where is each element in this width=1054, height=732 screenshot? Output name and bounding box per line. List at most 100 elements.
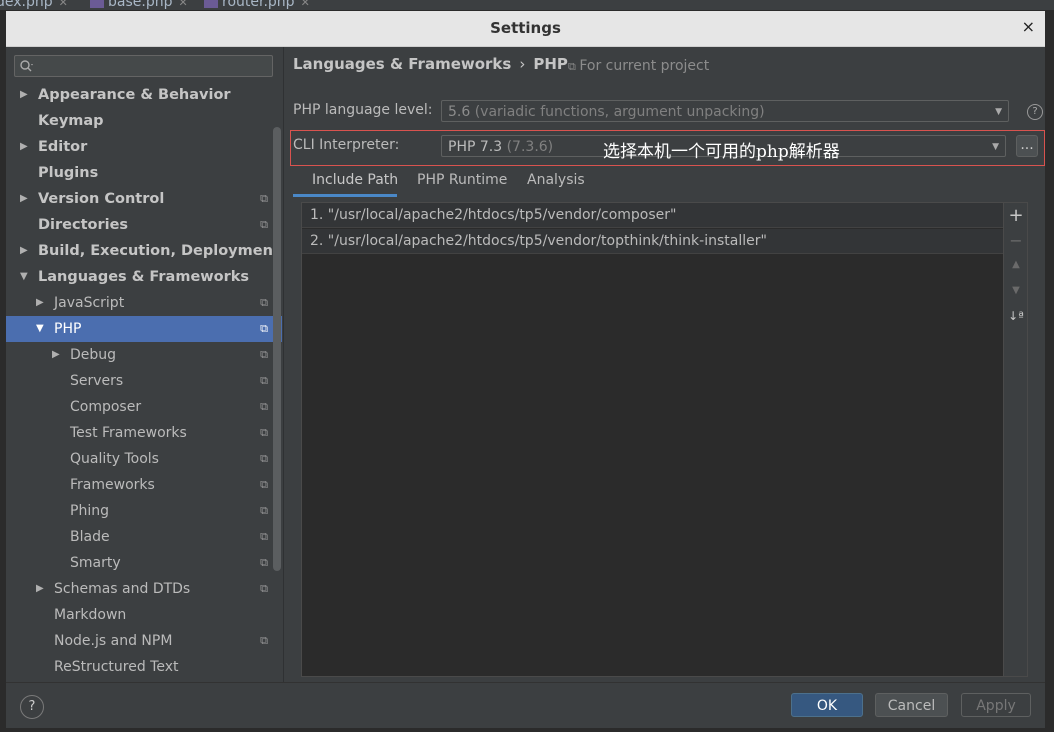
editor-tab[interactable]: router.php ✕: [204, 0, 310, 10]
chevron-down-icon[interactable]: ▼: [36, 316, 44, 342]
dialog-titlebar[interactable]: Settings ×: [6, 11, 1045, 47]
sidebar-item-nodejs-npm[interactable]: Node.js and NPM ⧉: [6, 628, 282, 654]
project-scope-icon: ⧉: [260, 400, 268, 413]
sidebar-item-composer[interactable]: Composer ⧉: [6, 394, 282, 420]
project-scope-icon: ⧉: [260, 296, 268, 309]
chevron-right-icon[interactable]: ▶: [20, 186, 28, 212]
project-scope-icon: ⧉: [260, 374, 268, 387]
browse-interpreters-button[interactable]: ...: [1016, 135, 1038, 157]
sidebar-item-restructured-text[interactable]: ReStructured Text: [6, 654, 282, 680]
sidebar-item-test-frameworks[interactable]: Test Frameworks ⧉: [6, 420, 282, 446]
editor-tab[interactable]: base.php ✕: [90, 0, 188, 10]
help-icon[interactable]: ?: [1027, 104, 1043, 120]
chevron-right-icon[interactable]: ▶: [20, 82, 28, 108]
include-path-list[interactable]: 1. "/usr/local/apache2/htdocs/tp5/vendor…: [301, 202, 1004, 677]
chevron-down-icon[interactable]: ▼: [20, 264, 28, 290]
project-scope-icon: ⧉: [260, 582, 268, 595]
scope-hint: ⧉ For current project: [568, 58, 709, 74]
sidebar-item-smarty[interactable]: Smarty ⧉: [6, 550, 282, 576]
project-scope-icon: ⧉: [260, 192, 268, 205]
close-icon[interactable]: ✕: [178, 0, 187, 9]
chevron-down-icon: ▼: [992, 142, 999, 152]
sort-icon[interactable]: ↓ª: [1004, 309, 1028, 323]
sidebar-item-php[interactable]: ▼ PHP ⧉: [6, 316, 282, 342]
sidebar-item-label: Keymap: [38, 113, 104, 129]
chevron-down-icon: ▼: [995, 107, 1002, 117]
list-toolbar: + − ▲ ▼ ↓ª: [1004, 202, 1028, 677]
sidebar-item-label: ReStructured Text: [54, 659, 179, 675]
sidebar-item-languages-frameworks[interactable]: ▼ Languages & Frameworks: [6, 264, 282, 290]
ok-button[interactable]: OK: [791, 693, 863, 717]
php-level-select[interactable]: 5.6 (variadic functions, argument unpack…: [441, 100, 1009, 122]
dialog-title: Settings: [490, 19, 561, 37]
sidebar-item-label: Test Frameworks: [70, 425, 187, 441]
breadcrumb: Languages & Frameworks › PHP: [293, 55, 568, 73]
dialog-footer: ? OK Cancel Apply: [6, 682, 1045, 728]
move-down-icon[interactable]: ▼: [1004, 285, 1028, 296]
editor-tab-label: base.php: [108, 0, 173, 10]
sidebar-item-label: Schemas and DTDs: [54, 581, 191, 597]
list-item[interactable]: 2. "/usr/local/apache2/htdocs/tp5/vendor…: [302, 229, 1003, 254]
remove-icon[interactable]: −: [1004, 231, 1028, 250]
project-scope-icon: ⧉: [260, 452, 268, 465]
project-scope-icon: ⧉: [260, 504, 268, 517]
tab-php-runtime[interactable]: PHP Runtime: [417, 172, 507, 188]
sidebar-item-blade[interactable]: Blade ⧉: [6, 524, 282, 550]
sidebar-item-editor[interactable]: ▶ Editor: [6, 134, 282, 160]
close-icon[interactable]: ✕: [59, 0, 68, 9]
apply-button[interactable]: Apply: [961, 693, 1031, 717]
sidebar-item-frameworks[interactable]: Frameworks ⧉: [6, 472, 282, 498]
tab-analysis[interactable]: Analysis: [527, 172, 585, 188]
sidebar-item-debug[interactable]: ▶ Debug ⧉: [6, 342, 282, 368]
sidebar-item-label: JavaScript: [54, 295, 125, 311]
project-scope-icon: ⧉: [260, 348, 268, 361]
settings-dialog: Settings × ▶ Appearance & Behavior Keyma…: [5, 10, 1046, 728]
sidebar-item-label: Markdown: [54, 607, 127, 623]
settings-sidebar: ▶ Appearance & Behavior Keymap ▶ Editor …: [6, 47, 284, 682]
sidebar-item-quality-tools[interactable]: Quality Tools ⧉: [6, 446, 282, 472]
settings-content: Languages & Frameworks › PHP ⧉ For current…: [284, 47, 1045, 682]
sidebar-item-markdown[interactable]: Markdown: [6, 602, 282, 628]
breadcrumb-item[interactable]: Languages & Frameworks: [293, 55, 511, 73]
tab-include-path[interactable]: Include Path: [312, 172, 398, 188]
sidebar-item-label: Blade: [70, 529, 110, 545]
chevron-right-icon[interactable]: ▶: [52, 342, 60, 368]
sidebar-item-label: Frameworks: [70, 477, 155, 493]
sidebar-item-plugins[interactable]: Plugins: [6, 160, 282, 186]
chevron-right-icon[interactable]: ▶: [20, 238, 28, 264]
close-icon[interactable]: ×: [1022, 17, 1035, 36]
sidebar-item-label: Build, Execution, Deployment: [38, 243, 280, 259]
sidebar-item-directories[interactable]: Directories ⧉: [6, 212, 282, 238]
list-item[interactable]: 1. "/usr/local/apache2/htdocs/tp5/vendor…: [302, 203, 1003, 228]
php-file-icon: [204, 0, 218, 8]
sidebar-item-phing[interactable]: Phing ⧉: [6, 498, 282, 524]
cli-interpreter-label: CLI Interpreter:: [293, 137, 400, 153]
chevron-right-icon[interactable]: ▶: [36, 576, 44, 602]
sidebar-item-schemas-dtds[interactable]: ▶ Schemas and DTDs ⧉: [6, 576, 282, 602]
php-level-value: 5.6: [448, 104, 471, 120]
sidebar-item-servers[interactable]: Servers ⧉: [6, 368, 282, 394]
sidebar-item-version-control[interactable]: ▶ Version Control ⧉: [6, 186, 282, 212]
chevron-right-icon[interactable]: ▶: [36, 290, 44, 316]
search-input[interactable]: [14, 55, 273, 77]
sidebar-item-keymap[interactable]: Keymap: [6, 108, 282, 134]
chevron-right-icon[interactable]: ▶: [20, 134, 28, 160]
sidebar-item-javascript[interactable]: ▶ JavaScript ⧉: [6, 290, 282, 316]
sidebar-item-build-execution-deployment[interactable]: ▶ Build, Execution, Deployment: [6, 238, 282, 264]
close-icon[interactable]: ✕: [301, 0, 310, 9]
php-level-label: PHP language level:: [293, 102, 433, 118]
project-scope-icon: ⧉: [260, 426, 268, 439]
add-icon[interactable]: +: [1004, 205, 1028, 226]
sidebar-scrollbar[interactable]: [273, 127, 281, 571]
sidebar-item-label: PHP: [54, 321, 82, 337]
help-button[interactable]: ?: [20, 695, 44, 719]
sidebar-item-label: Editor: [38, 139, 88, 155]
editor-tab[interactable]: dex.php ✕: [0, 0, 68, 10]
project-scope-icon: ⧉: [260, 218, 268, 231]
move-up-icon[interactable]: ▲: [1004, 259, 1028, 270]
sidebar-item-label: Smarty: [70, 555, 121, 571]
search-icon: [20, 60, 33, 72]
sidebar-item-appearance-behavior[interactable]: ▶ Appearance & Behavior: [6, 82, 282, 108]
cancel-button[interactable]: Cancel: [875, 693, 948, 717]
project-scope-icon: ⧉: [260, 530, 268, 543]
